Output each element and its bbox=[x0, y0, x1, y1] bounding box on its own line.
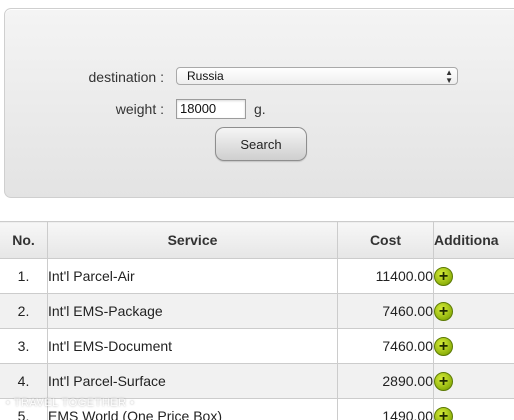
table-row: 4. Int'l Parcel-Surface 2890.00 + bbox=[0, 363, 514, 399]
watermark: • TRAVEL TOGETHER • bbox=[6, 397, 135, 409]
table-row: 3. Int'l EMS-Document 7460.00 + bbox=[0, 328, 514, 364]
search-button[interactable]: Search bbox=[215, 127, 307, 161]
plus-circle-icon[interactable]: + bbox=[434, 266, 453, 286]
row-number: 3. bbox=[0, 328, 48, 364]
table-row: 1. Int'l Parcel-Air 11400.00 + bbox=[0, 258, 514, 294]
row-cost: 11400.00 bbox=[337, 258, 434, 294]
table-header-row: No. Service Cost Additiona bbox=[0, 221, 514, 259]
plus-circle-icon[interactable]: + bbox=[434, 406, 453, 420]
row-service: Int'l Parcel-Air bbox=[47, 258, 338, 294]
row-additional: + bbox=[433, 258, 514, 294]
results-table: No. Service Cost Additiona 1. Int'l Parc… bbox=[0, 221, 514, 420]
weight-label: weight : bbox=[115, 101, 164, 117]
row-number: 4. bbox=[0, 363, 48, 399]
shipping-calculator: destination : Russia ▲ ▼ weight : 18000 g… bbox=[0, 0, 514, 420]
row-additional: + bbox=[433, 363, 514, 399]
row-cost: 7460.00 bbox=[337, 328, 434, 364]
row-service: Int'l EMS-Document bbox=[47, 328, 338, 364]
row-service: Int'l EMS-Package bbox=[47, 293, 338, 329]
row-number: 1. bbox=[0, 258, 48, 294]
weight-unit-label: g. bbox=[254, 101, 266, 117]
table-row: 2. Int'l EMS-Package 7460.00 + bbox=[0, 293, 514, 329]
destination-label: destination : bbox=[88, 69, 165, 85]
header-no: No. bbox=[0, 221, 48, 259]
weight-input[interactable]: 18000 bbox=[176, 99, 246, 119]
plus-circle-icon[interactable]: + bbox=[434, 336, 453, 356]
header-additional: Additiona bbox=[433, 221, 514, 259]
row-additional: + bbox=[433, 398, 514, 420]
row-number: 2. bbox=[0, 293, 48, 329]
header-service: Service bbox=[47, 221, 338, 259]
plus-circle-icon[interactable]: + bbox=[434, 371, 453, 391]
row-cost: 1490.00 bbox=[337, 398, 434, 420]
row-cost: 7460.00 bbox=[337, 293, 434, 329]
updown-arrows-icon: ▲ ▼ bbox=[445, 68, 453, 85]
destination-select[interactable]: Russia ▲ ▼ bbox=[176, 67, 458, 85]
watermark-text: TRAVEL TOGETHER bbox=[13, 397, 127, 409]
row-additional: + bbox=[433, 328, 514, 364]
plus-circle-icon[interactable]: + bbox=[434, 301, 453, 321]
header-cost: Cost bbox=[337, 221, 434, 259]
row-additional: + bbox=[433, 293, 514, 329]
destination-selected-value: Russia bbox=[187, 69, 224, 83]
row-service: Int'l Parcel-Surface bbox=[47, 363, 338, 399]
row-cost: 2890.00 bbox=[337, 363, 434, 399]
